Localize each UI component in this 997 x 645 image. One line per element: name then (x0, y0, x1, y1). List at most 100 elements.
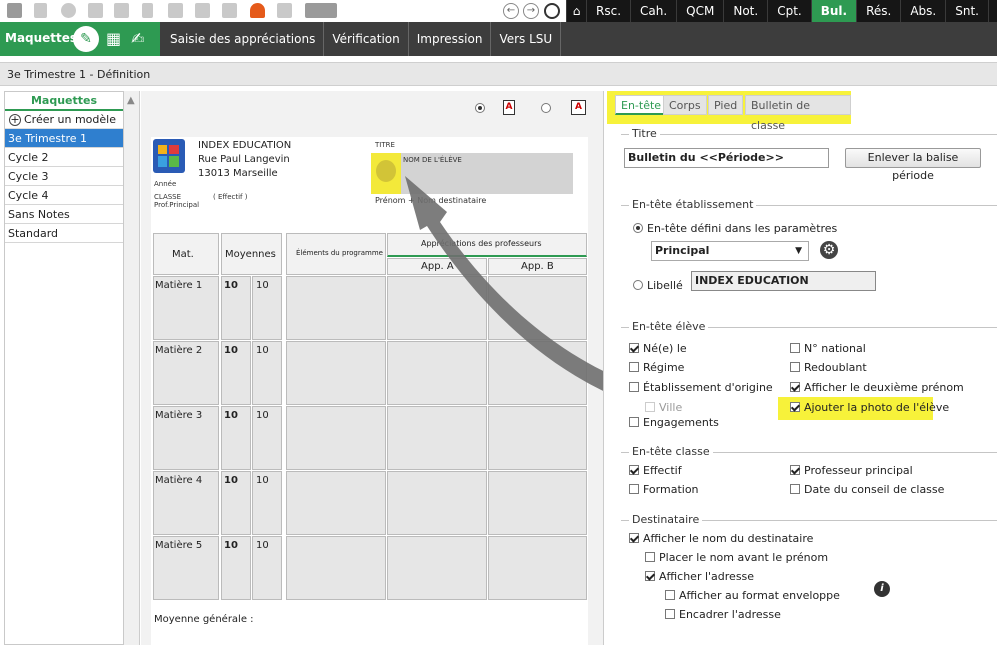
list-item[interactable]: 3e Trimestre 1 (5, 129, 123, 148)
main-tab-4[interactable]: Cpt. (767, 0, 811, 22)
preview-mode-radio-1[interactable] (475, 103, 485, 113)
pen-icon[interactable]: ✎ (73, 26, 99, 52)
main-tab-8[interactable]: Snt. (945, 0, 988, 22)
app-b-cell (488, 341, 587, 405)
settings-tab-0[interactable]: En-tête (615, 95, 668, 115)
menu-item-1[interactable]: Vérification (324, 22, 409, 56)
settings-tab-1[interactable]: Corps (663, 95, 707, 115)
main-tab-0[interactable]: Rsc. (586, 0, 631, 22)
main-tab-9[interactable]: Stg. (988, 0, 997, 22)
option-label: Ville (659, 401, 683, 414)
chat-icon[interactable] (195, 3, 210, 18)
back-icon[interactable]: ← (503, 3, 519, 19)
option-checkbox[interactable]: Afficher au format enveloppe (665, 589, 840, 602)
home-icon[interactable]: ⌂ (566, 0, 586, 22)
option-checkbox[interactable]: Date du conseil de classe (790, 483, 944, 496)
option-checkbox[interactable]: Ajouter la photo de l'élève (790, 401, 949, 414)
eleve-group: En-tête élève Né(e) le N° national Régime R… (621, 320, 997, 431)
meeting-icon[interactable] (305, 3, 337, 18)
edit-list-icon[interactable]: ✍ (131, 27, 153, 51)
info-icon[interactable] (168, 3, 183, 18)
option-checkbox[interactable]: N° national (790, 342, 866, 355)
main-tab-6[interactable]: Rés. (856, 0, 901, 22)
titre-input[interactable]: Bulletin du <<Période>> (624, 148, 829, 168)
list-item[interactable]: Cycle 4 (5, 186, 123, 205)
option-checkbox[interactable]: Ville (645, 401, 682, 414)
settings-tab-2[interactable]: Pied (708, 95, 744, 115)
elements-cell (286, 471, 386, 535)
checkbox-icon (645, 402, 655, 412)
option-label: Afficher l'adresse (659, 570, 755, 583)
settings-tabs: En-tête Corps Pied Bulletin de classe (607, 91, 851, 132)
elements-cell (286, 276, 386, 340)
mail-icon[interactable] (88, 3, 103, 18)
calculator-icon[interactable]: ▦ (106, 27, 128, 51)
school-street: Rue Paul Langevin (198, 154, 290, 165)
effectif-label: ( Effectif ) (213, 193, 248, 201)
card-icon[interactable] (277, 3, 292, 18)
libelle-input[interactable]: INDEX EDUCATION (691, 271, 876, 291)
option-checkbox[interactable]: Établissement d'origine (629, 381, 773, 394)
option-checkbox[interactable]: Afficher le nom du destinataire (629, 532, 813, 545)
option-checkbox[interactable]: Afficher le deuxième prénom (790, 381, 964, 394)
matiere-label: Matière 3 (155, 410, 203, 421)
option-checkbox[interactable]: Encadrer l'adresse (665, 608, 781, 621)
remove-period-tag-button[interactable]: Enlever la balise période (845, 148, 981, 182)
main-tab-5[interactable]: Bul. (810, 0, 857, 22)
moyenne-generale: Moyenne générale : (154, 614, 254, 625)
create-model-button[interactable]: + Créer un modèle (5, 111, 123, 129)
checkbox-icon (629, 417, 639, 427)
list-item[interactable]: Cycle 3 (5, 167, 123, 186)
app-a-cell (387, 276, 487, 340)
app-b-cell (488, 536, 587, 600)
option-checkbox[interactable]: Formation (629, 483, 699, 496)
option-label: Né(e) le (643, 342, 687, 355)
main-tab-1[interactable]: Cah. (630, 0, 677, 22)
forward-icon[interactable]: → (523, 3, 539, 19)
alert-icon[interactable] (250, 3, 265, 18)
settings-tab-3[interactable]: Bulletin de classe (745, 95, 851, 132)
list-item[interactable]: Standard (5, 224, 123, 243)
option-checkbox[interactable]: Engagements (629, 416, 719, 429)
info-icon[interactable]: i (874, 581, 890, 597)
menu-item-0[interactable]: Saisie des appréciations (162, 22, 325, 56)
etab-select[interactable]: Principal ▼ (651, 241, 809, 261)
option-checkbox[interactable]: Placer le nom avant le prénom (645, 551, 828, 564)
option-checkbox[interactable]: Régime (629, 361, 684, 374)
option-checkbox[interactable]: Effectif (629, 464, 682, 477)
list-item[interactable]: Cycle 2 (5, 148, 123, 167)
etab-libelle-radio[interactable]: Libellé (633, 279, 683, 292)
screen-icon[interactable] (222, 3, 237, 18)
option-checkbox[interactable]: Afficher l'adresse (645, 570, 754, 583)
at-icon[interactable] (61, 3, 76, 18)
print-icon[interactable] (7, 3, 22, 18)
app-a-cell (387, 406, 487, 470)
main-tab-2[interactable]: QCM (676, 0, 724, 22)
etab-params-radio[interactable]: En-tête défini dans les paramètres (633, 222, 837, 235)
preview-mode-radio-2[interactable] (541, 103, 551, 113)
option-checkbox[interactable]: Né(e) le (629, 342, 687, 355)
list-item[interactable]: Sans Notes (5, 205, 123, 224)
gear-icon[interactable]: ⚙ (820, 241, 838, 259)
letter-icon[interactable] (114, 3, 129, 18)
option-checkbox[interactable]: Professeur principal (790, 464, 913, 477)
phone-icon[interactable] (142, 3, 153, 18)
top-toolbar: ← → ⌂ Rsc. Cah. QCM Not. Cpt. Bul. Rés. Abs. Snt… (0, 0, 997, 22)
download-icon[interactable] (34, 3, 47, 18)
pdf-icon[interactable]: A (503, 100, 515, 115)
menu-bar: Maquettes ✎ ▦ ✍ Saisie des appréciations… (0, 22, 997, 56)
list-scrollbar[interactable]: ▲ (124, 91, 140, 645)
pdf-alt-icon[interactable]: A (571, 100, 586, 115)
checkbox-icon (645, 571, 655, 581)
checkbox-icon (629, 465, 639, 475)
menu-item-3[interactable]: Vers LSU (491, 22, 562, 56)
app-b-header: App. B (521, 261, 554, 272)
main-tab-7[interactable]: Abs. (900, 0, 946, 22)
option-label: Date du conseil de classe (804, 483, 945, 496)
main-tab-3[interactable]: Not. (723, 0, 768, 22)
etab-select-value: Principal (655, 244, 710, 257)
titre-group: Titre Bulletin du <<Période>> Enlever la… (621, 127, 997, 182)
search-icon[interactable] (544, 3, 560, 19)
option-checkbox[interactable]: Redoublant (790, 361, 867, 374)
menu-item-2[interactable]: Impression (409, 22, 492, 56)
